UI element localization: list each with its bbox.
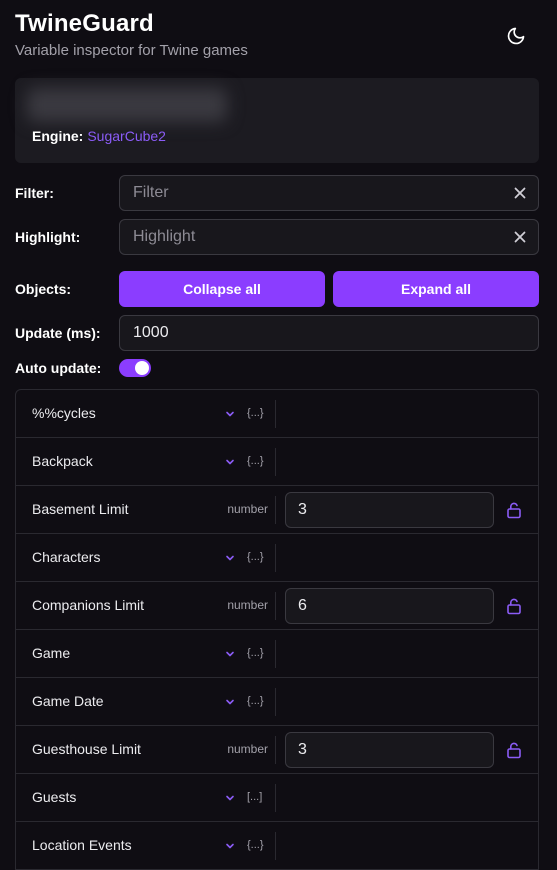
app-subtitle: Variable inspector for Twine games (15, 42, 248, 59)
variable-name: Backpack (32, 453, 93, 469)
filter-row: Filter: (15, 175, 539, 211)
variable-name: Location Events (32, 837, 132, 853)
unlock-icon (507, 502, 521, 519)
variable-row: Backpack {...} (16, 438, 538, 486)
filter-field (119, 175, 539, 211)
column-divider (275, 448, 276, 476)
object-preview[interactable]: {...} (247, 438, 264, 485)
close-icon (514, 231, 526, 243)
object-preview[interactable]: {...} (247, 534, 264, 581)
lock-button[interactable] (506, 597, 522, 615)
close-icon (514, 187, 526, 199)
chevron-down-icon (226, 459, 234, 465)
highlight-input[interactable] (120, 220, 500, 254)
chevron-down-icon (226, 555, 234, 561)
highlight-clear-button[interactable] (511, 228, 529, 246)
object-preview[interactable]: {...} (247, 822, 264, 869)
variable-row: Game {...} (16, 630, 538, 678)
filter-label: Filter: (15, 185, 54, 201)
variable-value-input[interactable]: 3 (285, 492, 494, 528)
variable-name: Basement Limit (32, 501, 129, 517)
column-divider (275, 832, 276, 860)
highlight-field (119, 219, 539, 255)
toggle-knob (135, 361, 149, 375)
variable-row: Characters {...} (16, 534, 538, 582)
expand-all-button[interactable]: Expand all (333, 271, 539, 307)
chevron-down-icon (226, 411, 234, 417)
filter-clear-button[interactable] (511, 184, 529, 202)
column-divider (275, 400, 276, 428)
variable-name: Guests (32, 789, 77, 805)
blurred-game-title (27, 88, 227, 122)
variable-list: %%cycles {...} Backpack {...} Basement L… (15, 389, 539, 870)
update-field (119, 315, 539, 351)
variable-name: Characters (32, 549, 101, 565)
unlock-icon (507, 598, 521, 615)
objects-row: Objects: Collapse all Expand all (15, 271, 539, 307)
expand-button[interactable] (223, 695, 237, 709)
variable-type: number (227, 742, 268, 756)
expand-button[interactable] (223, 839, 237, 853)
app-header: TwineGuard Variable inspector for Twine … (15, 10, 542, 66)
lock-button[interactable] (506, 501, 522, 519)
chevron-down-icon (226, 843, 234, 849)
column-divider (275, 592, 276, 620)
engine-line: Engine: SugarCube2 (32, 128, 166, 144)
variable-name: %%cycles (32, 405, 96, 421)
unlock-icon (507, 742, 521, 759)
expand-button[interactable] (223, 455, 237, 469)
expand-button[interactable] (223, 551, 237, 565)
highlight-row: Highlight: (15, 219, 539, 255)
variable-name: Guesthouse Limit (32, 741, 141, 757)
variable-name: Companions Limit (32, 597, 145, 613)
column-divider (275, 688, 276, 716)
engine-value: SugarCube2 (87, 128, 166, 144)
update-row: Update (ms): (15, 315, 539, 351)
array-preview[interactable]: [...] (247, 774, 262, 821)
expand-button[interactable] (223, 407, 237, 421)
chevron-down-icon (226, 699, 234, 705)
update-interval-input[interactable] (120, 316, 500, 350)
variable-row: Guests [...] (16, 774, 538, 822)
game-info-card: Engine: SugarCube2 (15, 78, 539, 163)
chevron-down-icon (226, 795, 234, 801)
highlight-label: Highlight: (15, 229, 81, 245)
column-divider (275, 544, 276, 572)
engine-label: Engine: (32, 128, 84, 144)
variable-type: number (227, 502, 268, 516)
variable-value-input[interactable]: 3 (285, 732, 494, 768)
app-title: TwineGuard (15, 10, 154, 37)
expand-button[interactable] (223, 791, 237, 805)
column-divider (275, 640, 276, 668)
variable-row: Location Events {...} (16, 822, 538, 870)
column-divider (275, 496, 276, 524)
collapse-all-button[interactable]: Collapse all (119, 271, 325, 307)
variable-row: Game Date {...} (16, 678, 538, 726)
theme-toggle-button[interactable] (504, 24, 528, 48)
variable-name: Game (32, 645, 71, 661)
auto-update-row: Auto update: (15, 350, 539, 386)
variable-row: Guesthouse Limit number 3 (16, 726, 538, 774)
expand-button[interactable] (223, 647, 237, 661)
variable-name: Game Date (32, 693, 104, 709)
variable-row: Companions Limit number 6 (16, 582, 538, 630)
variable-row: %%cycles {...} (16, 390, 538, 438)
lock-button[interactable] (506, 741, 522, 759)
column-divider (275, 784, 276, 812)
object-preview[interactable]: {...} (247, 678, 264, 725)
moon-icon (507, 27, 525, 45)
chevron-down-icon (226, 651, 234, 657)
variable-value-input[interactable]: 6 (285, 588, 494, 624)
filter-input[interactable] (120, 176, 500, 210)
auto-update-toggle[interactable] (119, 359, 151, 377)
objects-label: Objects: (15, 281, 72, 297)
auto-update-label: Auto update: (15, 360, 102, 376)
object-preview[interactable]: {...} (247, 630, 264, 677)
variable-row: Basement Limit number 3 (16, 486, 538, 534)
variable-type: number (227, 598, 268, 612)
update-label: Update (ms): (15, 325, 101, 341)
column-divider (275, 736, 276, 764)
object-preview[interactable]: {...} (247, 390, 264, 437)
